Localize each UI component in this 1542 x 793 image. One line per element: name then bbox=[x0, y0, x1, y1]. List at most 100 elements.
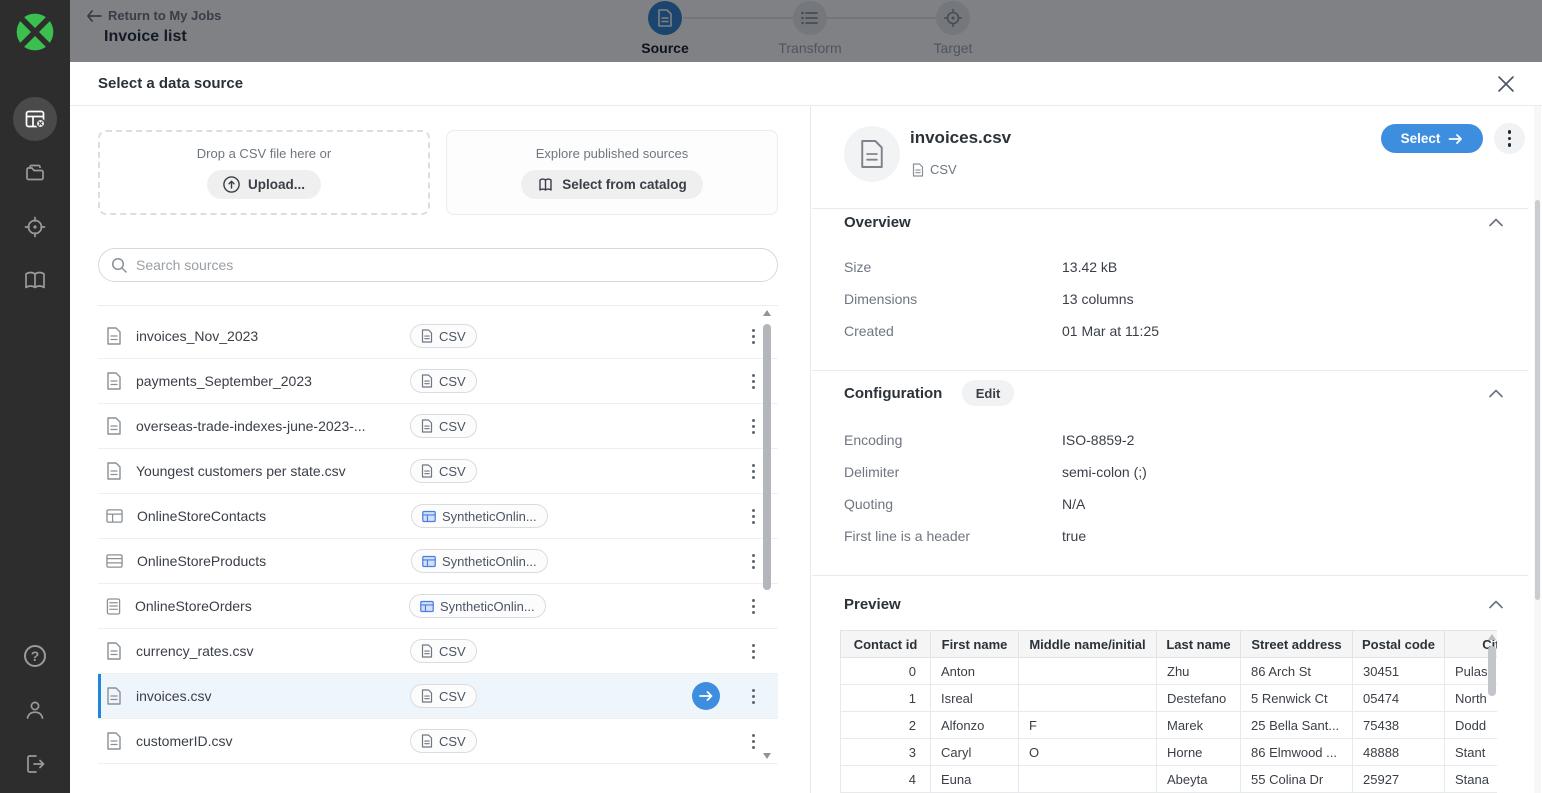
cell: 30451 bbox=[1353, 658, 1445, 685]
upload-button[interactable]: Upload... bbox=[207, 170, 321, 199]
sidebar-item-targets[interactable] bbox=[23, 215, 47, 239]
overview-section-title: Overview bbox=[844, 214, 911, 231]
cell: 25 Bella Sant... bbox=[1241, 712, 1353, 739]
source-row-invoices-csv-selected[interactable]: invoices.csv CSV bbox=[98, 674, 778, 719]
source-row-invoices-nov-2023[interactable]: invoices_Nov_2023 CSV bbox=[98, 314, 778, 359]
detail-panel-scrollbar[interactable] bbox=[1534, 106, 1541, 793]
config-quoting-value: N/A bbox=[1062, 496, 1085, 512]
csv-file-icon bbox=[106, 462, 122, 480]
sidebar-item-logout[interactable] bbox=[23, 752, 47, 776]
select-from-catalog-button[interactable]: Select from catalog bbox=[521, 170, 703, 199]
selected-source-type-label: CSV bbox=[930, 162, 957, 177]
sidebar-item-account[interactable] bbox=[23, 698, 47, 722]
sidebar-item-help[interactable]: ? bbox=[24, 645, 46, 667]
logout-icon bbox=[23, 752, 47, 776]
arrow-right-icon bbox=[699, 690, 713, 702]
source-row-overseas-trade-indexes[interactable]: overseas-trade-indexes-june-2023-... CSV bbox=[98, 404, 778, 449]
source-name: overseas-trade-indexes-june-2023-... bbox=[136, 418, 410, 434]
row-kebab-menu-button[interactable] bbox=[744, 730, 762, 752]
row-kebab-menu-button[interactable] bbox=[744, 325, 762, 347]
cell: Destefano bbox=[1157, 685, 1241, 712]
csv-badge: CSV bbox=[410, 414, 477, 438]
col-contact-id: Contact id bbox=[841, 631, 931, 658]
csv-badge-file-icon bbox=[421, 464, 433, 478]
source-name: Youngest customers per state.csv bbox=[136, 463, 410, 479]
catalog-book-icon bbox=[537, 177, 554, 193]
source-row-payments-september-2023[interactable]: payments_September_2023 CSV bbox=[98, 359, 778, 404]
scrollbar-thumb[interactable] bbox=[1488, 646, 1496, 696]
chevron-up-icon bbox=[1489, 389, 1503, 398]
collapse-preview-chevron[interactable] bbox=[1489, 600, 1503, 609]
source-row-youngest-customers[interactable]: Youngest customers per state.csv CSV bbox=[98, 449, 778, 494]
cell: Euna bbox=[931, 766, 1019, 793]
cell bbox=[1019, 766, 1157, 793]
source-row-onlinestoreorders[interactable]: OnlineStoreOrders SyntheticOnlin... bbox=[98, 584, 778, 629]
cell bbox=[1019, 658, 1157, 685]
preview-row: 1 Isreal Destefano 5 Renwick Ct 05474 No… bbox=[841, 685, 1498, 712]
detail-kebab-menu-button[interactable] bbox=[1494, 123, 1525, 154]
scrollbar-thumb[interactable] bbox=[1535, 200, 1540, 600]
csv-file-icon bbox=[106, 372, 122, 390]
scroll-up-arrow[interactable] bbox=[763, 310, 771, 316]
synthetic-badge: SyntheticOnlin... bbox=[409, 594, 546, 618]
csv-drop-zone[interactable]: Drop a CSV file here or Upload... bbox=[98, 130, 430, 215]
preview-table-scrollbar[interactable] bbox=[1487, 634, 1497, 793]
search-sources-input[interactable] bbox=[136, 257, 765, 273]
collapse-configuration-chevron[interactable] bbox=[1489, 389, 1503, 398]
scrollbar-thumb[interactable] bbox=[763, 324, 771, 590]
collapse-overview-chevron[interactable] bbox=[1489, 218, 1503, 227]
products-table-icon bbox=[106, 553, 123, 569]
app-logo[interactable] bbox=[13, 10, 57, 54]
source-row-customerid[interactable]: customerID.csv CSV bbox=[98, 719, 778, 764]
row-kebab-menu-button[interactable] bbox=[744, 370, 762, 392]
csv-badge-file-icon bbox=[421, 689, 433, 703]
open-source-arrow-button[interactable] bbox=[692, 682, 720, 710]
row-kebab-menu-button[interactable] bbox=[744, 550, 762, 572]
overview-created-label: Created bbox=[844, 323, 894, 339]
overview-size-label: Size bbox=[844, 259, 871, 275]
sidebar-item-spaces[interactable] bbox=[23, 161, 47, 185]
select-source-button[interactable]: Select bbox=[1381, 124, 1483, 153]
catalog-hint: Explore published sources bbox=[536, 146, 688, 161]
cell bbox=[1019, 685, 1157, 712]
row-kebab-menu-button[interactable] bbox=[744, 415, 762, 437]
cell: Zhu bbox=[1157, 658, 1241, 685]
scroll-up-arrow[interactable] bbox=[1488, 634, 1496, 640]
row-kebab-menu-button[interactable] bbox=[744, 460, 762, 482]
source-list: invoices_Nov_2023 CSV payments_September… bbox=[98, 305, 778, 764]
catalog-box: Explore published sources Select from ca… bbox=[446, 130, 778, 215]
synthetic-badge: SyntheticOnlin... bbox=[411, 549, 548, 573]
edit-configuration-button[interactable]: Edit bbox=[962, 380, 1014, 406]
row-kebab-menu-button[interactable] bbox=[744, 595, 762, 617]
cell: 5 Renwick Ct bbox=[1241, 685, 1353, 712]
sidebar-item-jobs[interactable] bbox=[13, 97, 57, 141]
contacts-table-icon bbox=[106, 508, 123, 524]
scroll-down-arrow[interactable] bbox=[763, 753, 771, 759]
source-list-scrollbar[interactable] bbox=[762, 310, 772, 759]
jobs-table-icon bbox=[23, 107, 47, 131]
overview-dimensions-value: 13 columns bbox=[1062, 291, 1134, 307]
source-row-onlinestoreproducts[interactable]: OnlineStoreProducts SyntheticOnlin... bbox=[98, 539, 778, 584]
cell: 05474 bbox=[1353, 685, 1445, 712]
book-icon bbox=[22, 269, 48, 293]
configuration-section-title: Configuration bbox=[844, 385, 942, 402]
sidebar-item-catalog[interactable] bbox=[22, 269, 48, 293]
cell: F bbox=[1019, 712, 1157, 739]
modal-backdrop[interactable] bbox=[70, 0, 1542, 62]
synthetic-table-icon bbox=[420, 600, 434, 613]
config-delimiter-value: semi-colon (;) bbox=[1062, 464, 1147, 480]
csv-badge-file-icon bbox=[421, 419, 433, 433]
source-row-onlinestorecontacts[interactable]: OnlineStoreContacts SyntheticOnlin... bbox=[98, 494, 778, 539]
row-kebab-menu-button[interactable] bbox=[744, 505, 762, 527]
help-icon: ? bbox=[24, 645, 46, 667]
source-row-currency-rates[interactable]: currency_rates.csv CSV bbox=[98, 629, 778, 674]
row-kebab-menu-button[interactable] bbox=[744, 685, 762, 707]
preview-section-title: Preview bbox=[844, 596, 901, 613]
row-kebab-menu-button[interactable] bbox=[744, 640, 762, 662]
section-divider bbox=[812, 370, 1528, 371]
csv-badge: CSV bbox=[410, 369, 477, 393]
preview-row: 0 Anton Zhu 86 Arch St 30451 Pulas bbox=[841, 658, 1498, 685]
close-modal-button[interactable] bbox=[1494, 72, 1518, 96]
config-header-value: true bbox=[1062, 528, 1086, 544]
synthetic-badge: SyntheticOnlin... bbox=[411, 504, 548, 528]
